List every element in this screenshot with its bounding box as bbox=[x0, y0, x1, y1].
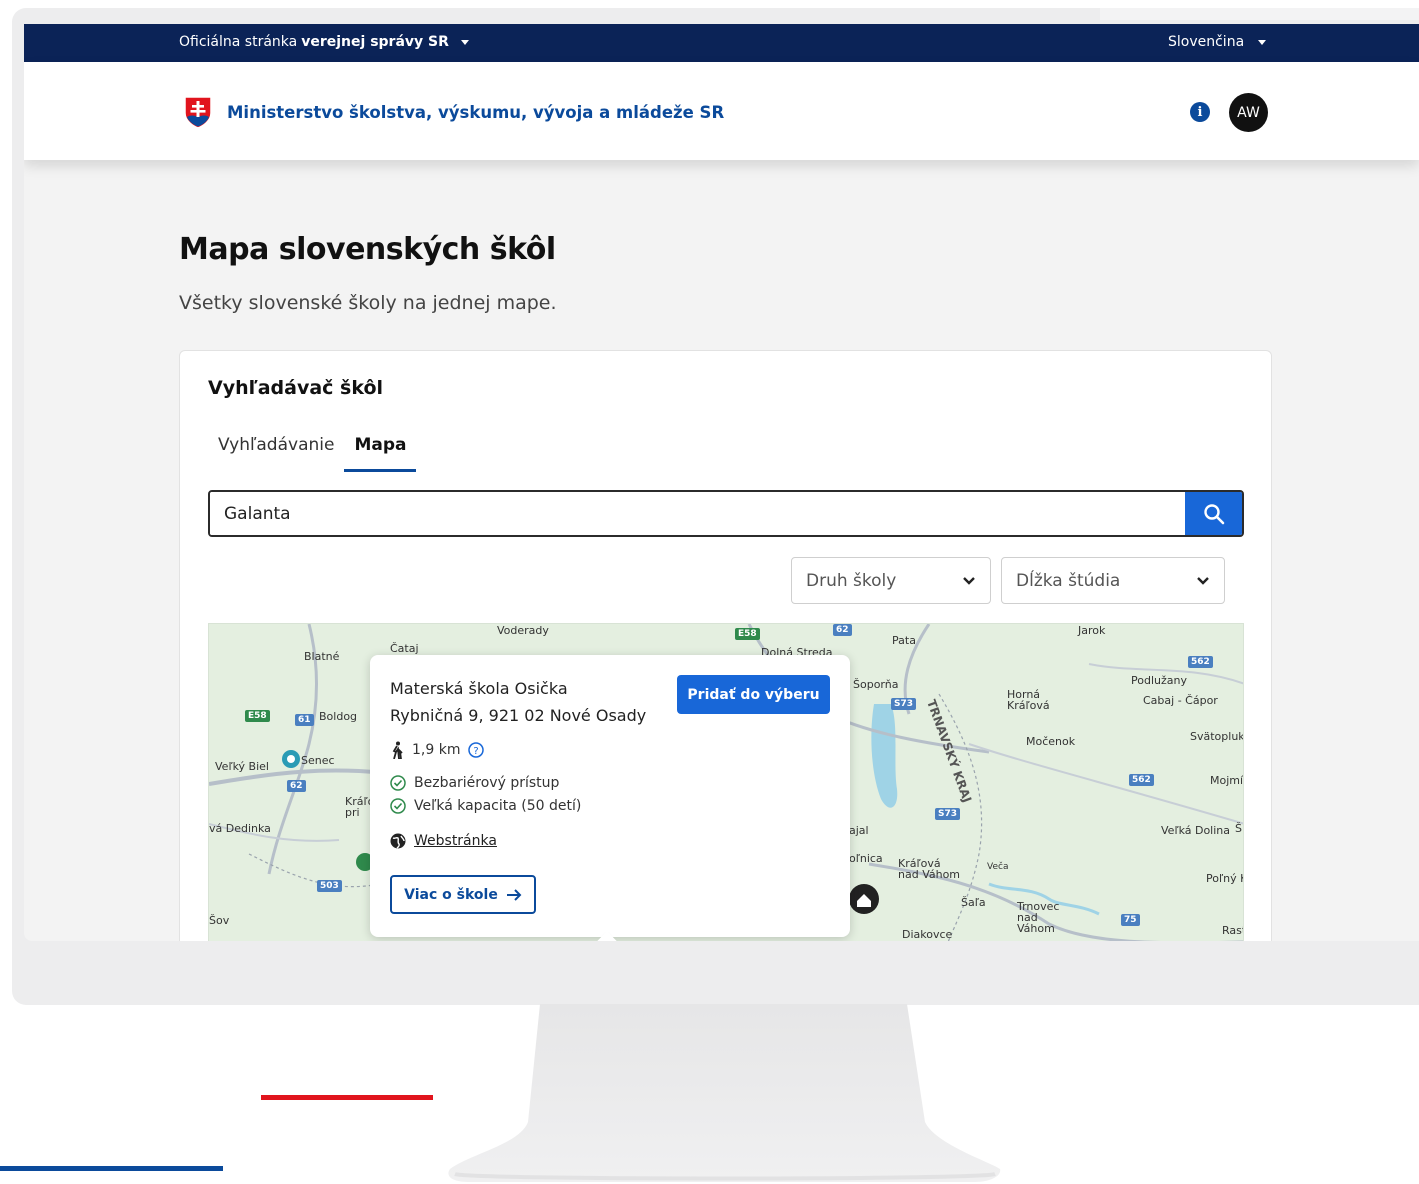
school-address: Rybničná 9, 921 02 Nové Osady bbox=[390, 706, 647, 725]
search-input[interactable] bbox=[210, 492, 1185, 535]
page-title: Mapa slovenských škôl bbox=[179, 232, 556, 267]
language-label: Slovenčina bbox=[1168, 34, 1245, 50]
school-type-select[interactable]: Druh školy bbox=[791, 557, 991, 604]
feature-label: Bezbariérový prístup bbox=[414, 775, 560, 791]
check-circle-icon bbox=[390, 798, 406, 814]
map-label: Boldog bbox=[319, 710, 358, 723]
map-label: Š bbox=[1235, 822, 1242, 835]
screen: Oficiálna stránka verejnej správy SR Slo… bbox=[24, 24, 1419, 941]
svg-text:?: ? bbox=[474, 746, 479, 757]
distance-value: 1,9 km bbox=[412, 742, 461, 758]
map-label: Veľký Biel bbox=[215, 760, 269, 773]
map-label: Blatné bbox=[304, 650, 340, 663]
study-length-label: Dĺžka štúdia bbox=[1016, 570, 1121, 591]
school-name: Materská škola Osička bbox=[390, 679, 568, 698]
caret-down-icon bbox=[460, 39, 469, 45]
card-title: Vyhľadávač škôl bbox=[208, 377, 384, 399]
ministry-title: Ministerstvo školstva, výskumu, vývoja a… bbox=[227, 102, 725, 122]
decorative-blue-line bbox=[0, 1166, 223, 1171]
feature-label: Veľká kapacita (50 detí) bbox=[414, 798, 582, 814]
ministry-brand[interactable]: Ministerstvo školstva, výskumu, vývoja a… bbox=[183, 95, 724, 129]
map-label: Šaľa bbox=[961, 896, 986, 909]
walking-icon bbox=[392, 741, 403, 759]
map-label: oľnica bbox=[849, 852, 883, 865]
map-label: Rast bbox=[1222, 924, 1244, 937]
arrow-right-icon bbox=[506, 888, 522, 901]
map-label: Trnovec nad Váhom bbox=[1017, 900, 1060, 935]
road-sign: 62 bbox=[833, 624, 852, 636]
map-label: Voderady bbox=[497, 624, 549, 637]
map-label: Šoporňa bbox=[853, 678, 899, 691]
monitor-shine bbox=[1100, 8, 1419, 20]
tab-map[interactable]: Mapa bbox=[344, 423, 417, 472]
study-length-select[interactable]: Dĺžka štúdia bbox=[1001, 557, 1225, 604]
chevron-down-icon bbox=[1197, 576, 1209, 585]
road-sign: 61 bbox=[295, 714, 314, 726]
map-label: Svätopluk bbox=[1190, 730, 1244, 743]
globe-icon bbox=[390, 833, 406, 849]
school-type-label: Druh školy bbox=[806, 570, 897, 591]
map-label: ajal bbox=[849, 824, 869, 837]
search-icon bbox=[1203, 503, 1224, 524]
add-to-selection-button[interactable]: Pridať do výberu bbox=[677, 675, 830, 714]
avatar[interactable]: AW bbox=[1229, 93, 1268, 132]
feature-row: Bezbariérový prístup bbox=[390, 775, 559, 791]
map-label: Močenok bbox=[1026, 735, 1076, 748]
gov-bar: Oficiálna stránka verejnej správy SR Slo… bbox=[24, 24, 1419, 62]
official-site-toggle[interactable]: Oficiálna stránka verejnej správy SR bbox=[179, 34, 469, 50]
map-label: Horná Kráľová bbox=[1007, 688, 1050, 712]
website-link[interactable]: Webstránka bbox=[414, 833, 497, 849]
official-bold: verejnej správy SR bbox=[301, 34, 449, 50]
map-label: Mojmír bbox=[1210, 774, 1244, 787]
map-label: Podlužany bbox=[1131, 674, 1187, 687]
decorative-red-line bbox=[261, 1095, 433, 1100]
road-sign: S73 bbox=[935, 808, 961, 820]
page-subtitle: Všetky slovenské školy na jednej mape. bbox=[179, 292, 557, 314]
map-label: Senec bbox=[301, 754, 335, 767]
road-sign: E58 bbox=[245, 710, 270, 722]
map-label: Poľný K bbox=[1206, 872, 1244, 885]
tabs: Vyhľadávanie Mapa bbox=[208, 423, 417, 472]
caret-down-icon bbox=[1258, 39, 1267, 45]
map-label: Čataj bbox=[390, 642, 419, 655]
map-label: vá Dedinka bbox=[209, 822, 271, 835]
road-sign: 562 bbox=[1188, 656, 1213, 668]
map-label: Kráľová pri Senci bbox=[345, 796, 373, 818]
road-sign: S73 bbox=[891, 698, 917, 710]
road-sign: 75 bbox=[1121, 914, 1140, 926]
search-bar bbox=[208, 490, 1244, 537]
map-label: Diakovce bbox=[902, 928, 953, 941]
monitor-stand bbox=[448, 1004, 1001, 1182]
map-label: Veča bbox=[987, 862, 1009, 872]
road-sign: 62 bbox=[287, 780, 306, 792]
help-icon[interactable]: ? bbox=[468, 742, 485, 758]
info-icon[interactable]: i bbox=[1190, 102, 1210, 122]
map-label: Kráľová nad Váhom bbox=[898, 857, 961, 881]
map-label: Jarok bbox=[1078, 624, 1106, 637]
road-sign: 503 bbox=[317, 880, 342, 892]
more-about-school-button[interactable]: Viac o škole bbox=[390, 875, 536, 914]
tab-search[interactable]: Vyhľadávanie bbox=[208, 423, 344, 472]
coat-of-arms-icon bbox=[184, 96, 212, 129]
map-label: Veľká Dolina bbox=[1161, 824, 1231, 837]
distance-row: 1,9 km ? bbox=[390, 741, 485, 759]
language-selector[interactable]: Slovenčina bbox=[1168, 34, 1267, 50]
map-label: Cabaj - Čápor bbox=[1143, 694, 1218, 707]
check-circle-icon bbox=[390, 775, 406, 791]
map-label: Pata bbox=[892, 634, 916, 647]
site-header: Ministerstvo školstva, výskumu, vývoja a… bbox=[24, 62, 1419, 160]
road-sign: E58 bbox=[735, 628, 760, 640]
more-label: Viac o škole bbox=[404, 886, 498, 903]
feature-row: Veľká kapacita (50 detí) bbox=[390, 798, 581, 814]
popup-notch bbox=[594, 931, 620, 941]
official-prefix: Oficiálna stránka bbox=[179, 34, 298, 50]
map-label: Šov bbox=[209, 914, 230, 927]
school-popup: Materská škola Osička Rybničná 9, 921 02… bbox=[370, 655, 850, 941]
road-sign: 562 bbox=[1129, 774, 1154, 786]
website-row: Webstránka bbox=[390, 833, 497, 849]
search-button[interactable] bbox=[1185, 492, 1242, 535]
chevron-down-icon bbox=[963, 576, 975, 585]
